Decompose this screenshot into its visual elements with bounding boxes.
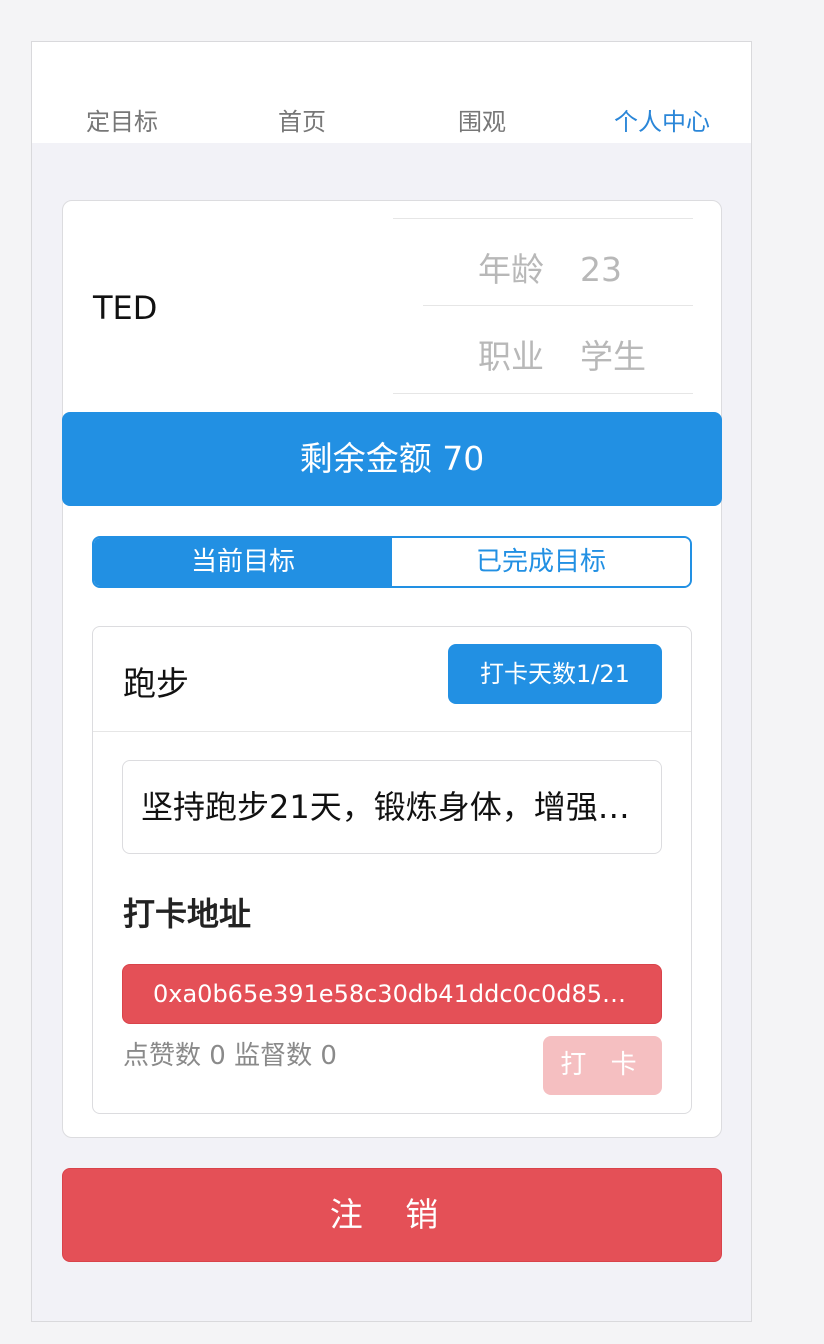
profile-card: TED 年龄 23 职业 学生 剩余金额 70 当前目标 已完成目标 跑步 打卡天数… xyxy=(62,200,722,1138)
divider xyxy=(393,393,693,394)
goal-tabs: 当前目标 已完成目标 xyxy=(92,536,692,588)
phone-frame: 定目标 首页 围观 个人中心 TED 年龄 23 职业 学生 剩余金额 70 当前目… xyxy=(31,41,752,1322)
nav-home[interactable]: 首页 xyxy=(232,102,372,137)
goal-title: 跑步 xyxy=(123,664,189,703)
checkin-button[interactable]: 打 卡 xyxy=(543,1036,662,1095)
job-row: 职业 学生 xyxy=(448,330,708,378)
checkin-address[interactable]: 0xa0b65e391e58c30db41ddc0c0d85… xyxy=(122,964,662,1024)
job-label: 职业 xyxy=(478,337,544,376)
divider xyxy=(393,218,693,219)
age-label: 年龄 xyxy=(478,250,544,289)
goal-card: 跑步 打卡天数1/21 坚持跑步21天，锻炼身体，增强体质 打卡地址 0xa0b… xyxy=(92,626,692,1114)
divider xyxy=(423,305,693,306)
checkin-address-title: 打卡地址 xyxy=(123,895,252,933)
top-nav: 定目标 首页 围观 个人中心 xyxy=(32,42,751,143)
age-value: 23 xyxy=(580,250,622,289)
checkin-days-badge: 打卡天数1/21 xyxy=(448,644,662,704)
job-value: 学生 xyxy=(580,337,646,376)
nav-profile[interactable]: 个人中心 xyxy=(592,102,732,137)
username: TED xyxy=(93,289,158,327)
logout-button[interactable]: 注 销 xyxy=(62,1168,722,1262)
divider xyxy=(93,731,691,732)
age-row: 年龄 23 xyxy=(448,243,708,291)
tab-current-goals[interactable]: 当前目标 xyxy=(94,538,392,586)
nav-watch[interactable]: 围观 xyxy=(412,102,552,137)
nav-set-goal[interactable]: 定目标 xyxy=(52,102,192,137)
tab-completed-goals[interactable]: 已完成目标 xyxy=(392,538,690,586)
goal-stats: 点赞数 0 监督数 0 xyxy=(123,1041,337,1071)
goal-description: 坚持跑步21天，锻炼身体，增强体质 xyxy=(122,760,662,854)
balance-bar: 剩余金额 70 xyxy=(62,412,722,506)
